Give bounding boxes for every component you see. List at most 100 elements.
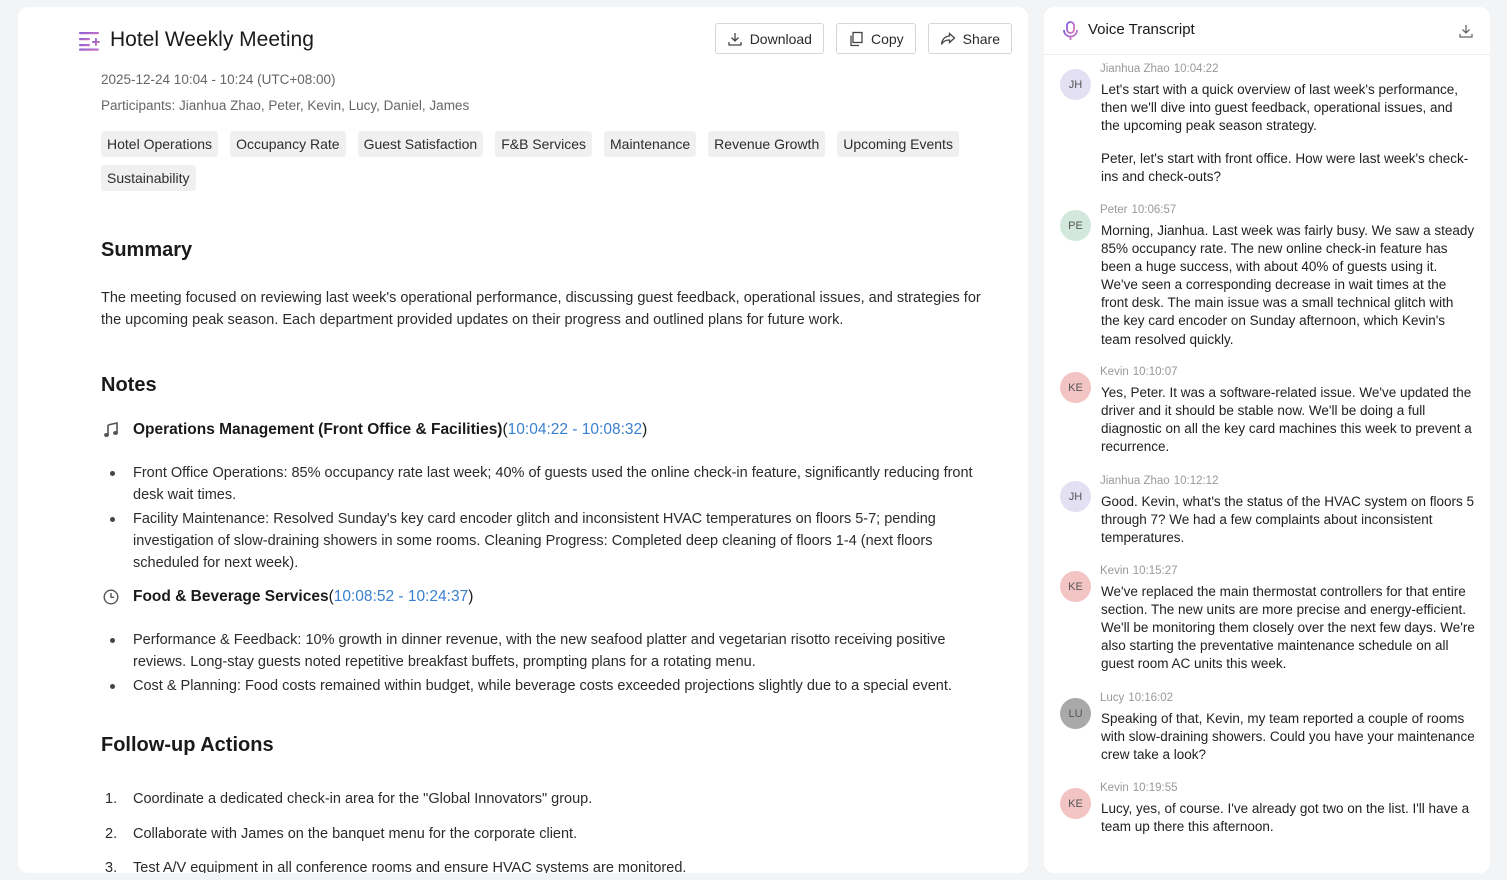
participants: Participants: Jianhua Zhao, Peter, Kevin…: [101, 98, 470, 113]
followup-item: 1. Coordinate a dedicated check-in area f…: [101, 788, 981, 810]
tag[interactable]: Maintenance: [604, 131, 697, 157]
tag[interactable]: F&B Services: [495, 131, 592, 157]
message: Good. Kevin, what's the status of the HV…: [1101, 493, 1475, 547]
speaker-meta: Kevin 10:15:27: [1100, 565, 1178, 577]
topic-tags: Hotel Operations Occupancy Rate Guest Sa…: [101, 131, 981, 191]
message: Morning, Jianhua. Last week was fairly b…: [1101, 222, 1475, 349]
menu-list-icon: [79, 32, 100, 51]
message-text: Yes, Peter. It was a software-related is…: [1101, 385, 1472, 455]
message-text: Morning, Jianhua. Last week was fairly b…: [1101, 223, 1475, 347]
speaker-meta: Kevin 10:10:07: [1100, 366, 1178, 378]
notes-heading: Notes: [101, 374, 157, 396]
item-text: Collaborate with James on the banquet me…: [133, 825, 578, 842]
avatar: JH: [1060, 481, 1091, 512]
download-button[interactable]: Download: [714, 23, 824, 54]
message-text: Good. Kevin, what's the status of the HV…: [1101, 494, 1475, 546]
followup-heading: Follow-up Actions: [101, 734, 274, 756]
item-number: 1.: [105, 791, 118, 807]
message-text: Peter, let's start with front office. Ho…: [1101, 151, 1469, 185]
meeting-notes-panel: Hotel Weekly Meeting Download Copy Share…: [18, 7, 1028, 873]
message-text: Speaking of that, Kevin, my team reporte…: [1101, 711, 1475, 763]
timestamp[interactable]: 10:16:02: [1128, 692, 1173, 704]
copy-button[interactable]: Copy: [835, 23, 916, 54]
speaker-meta: Peter 10:06:57: [1100, 204, 1176, 216]
avatar: KE: [1060, 788, 1091, 819]
note-bullets: Front Office Operations: 85% occupancy r…: [110, 462, 993, 576]
speaker-name: Lucy: [1100, 692, 1125, 704]
tag[interactable]: Occupancy Rate: [230, 131, 346, 157]
timestamp[interactable]: 10:10:07: [1133, 366, 1178, 378]
note-bullets: Performance & Feedback: 10% growth in di…: [110, 629, 993, 699]
speaker-name: Jianhua Zhao: [1100, 475, 1170, 487]
speaker-meta: Kevin 10:19:55: [1100, 782, 1178, 794]
item-number: 3.: [105, 860, 118, 873]
speaker-meta: Jianhua Zhao 10:12:12: [1100, 475, 1218, 487]
speaker-meta: Jianhua Zhao 10:04:22: [1100, 63, 1218, 75]
tag[interactable]: Upcoming Events: [837, 131, 959, 157]
copy-label: Copy: [870, 30, 904, 47]
speaker-name: Peter: [1100, 204, 1128, 216]
message: Yes, Peter. It was a software-related is…: [1101, 384, 1475, 456]
avatar: KE: [1060, 372, 1091, 403]
timestamp[interactable]: 10:19:55: [1133, 782, 1178, 794]
note-title: Food & Beverage Services: [133, 588, 329, 605]
copy-icon: [850, 31, 863, 46]
meeting-date: 2025-12-24 10:04 - 10:24 (UTC+08:00): [101, 72, 336, 87]
end-time-link[interactable]: 10:08:32: [582, 421, 642, 439]
transcript-header: Voice Transcript: [1044, 7, 1490, 55]
message: Lucy, yes, of course. I've already got t…: [1101, 800, 1475, 836]
message-text: We've replaced the main thermostat contr…: [1101, 584, 1475, 672]
timestamp[interactable]: 10:15:27: [1133, 565, 1178, 577]
avatar: JH: [1060, 69, 1091, 100]
start-time-link[interactable]: 10:08:52: [334, 588, 394, 606]
summary-heading: Summary: [101, 239, 193, 261]
transcript-title: Voice Transcript: [1088, 21, 1195, 38]
download-label: Download: [749, 30, 812, 47]
clock-icon: [101, 587, 121, 607]
end-time-link[interactable]: 10:24:37: [408, 588, 468, 606]
note-bullet: Cost & Planning: Food costs remained wit…: [110, 675, 993, 697]
tag[interactable]: Hotel Operations: [101, 131, 219, 157]
message-text: Let's start with a quick overview of las…: [1101, 82, 1459, 134]
timestamp[interactable]: 10:04:22: [1174, 63, 1219, 75]
note-bullet: Front Office Operations: 85% occupancy r…: [110, 462, 993, 506]
followup-item: 2. Collaborate with James on the banquet …: [101, 823, 981, 845]
page-title: Hotel Weekly Meeting: [110, 28, 314, 51]
download-transcript-icon[interactable]: [1458, 23, 1474, 39]
tag[interactable]: Sustainability: [101, 165, 196, 191]
share-label: Share: [962, 30, 1000, 47]
note-section-title: Food & Beverage Services(10:08:52 - 10:2…: [101, 587, 473, 607]
avatar: KE: [1060, 571, 1091, 602]
tag[interactable]: Guest Satisfaction: [357, 131, 484, 157]
speaker-name: Kevin: [1100, 565, 1129, 577]
item-number: 2.: [105, 825, 118, 842]
message: Let's start with a quick overview of las…: [1101, 81, 1475, 186]
timestamp[interactable]: 10:12:12: [1174, 475, 1219, 487]
microphone-icon: [1063, 21, 1078, 40]
speaker-name: Kevin: [1100, 366, 1129, 378]
note-title: Operations Management (Front Office & Fa…: [133, 421, 503, 438]
music-note-icon: [101, 420, 121, 440]
item-text: Coordinate a dedicated check-in area for…: [133, 791, 593, 807]
message-text: Lucy, yes, of course. I've already got t…: [1101, 801, 1470, 835]
note-bullet: Performance & Feedback: 10% growth in di…: [110, 629, 993, 673]
message: Speaking of that, Kevin, my team reporte…: [1101, 710, 1475, 764]
tag[interactable]: Revenue Growth: [708, 131, 826, 157]
summary-text: The meeting focused on reviewing last we…: [101, 290, 981, 328]
note-section-title: Operations Management (Front Office & Fa…: [101, 420, 647, 440]
message: We've replaced the main thermostat contr…: [1101, 583, 1475, 673]
transcript-panel: Voice Transcript JH Jianhua Zhao 10:04:22…: [1044, 7, 1490, 873]
avatar: PE: [1060, 210, 1091, 241]
share-button[interactable]: Share: [927, 23, 1012, 54]
timestamp[interactable]: 10:06:57: [1132, 204, 1177, 216]
share-icon: [940, 31, 956, 45]
speaker-meta: Lucy 10:16:02: [1100, 692, 1173, 704]
followup-item: 3. Test A/V equipment in all conference r…: [101, 857, 981, 873]
speaker-name: Kevin: [1100, 782, 1129, 794]
download-icon: [728, 32, 742, 46]
speaker-name: Jianhua Zhao: [1100, 63, 1170, 75]
note-bullet: Facility Maintenance: Resolved Sunday's …: [110, 508, 993, 574]
start-time-link[interactable]: 10:04:22: [508, 421, 568, 439]
avatar: LU: [1060, 698, 1091, 729]
toolbar: Download Copy Share: [714, 23, 1012, 54]
